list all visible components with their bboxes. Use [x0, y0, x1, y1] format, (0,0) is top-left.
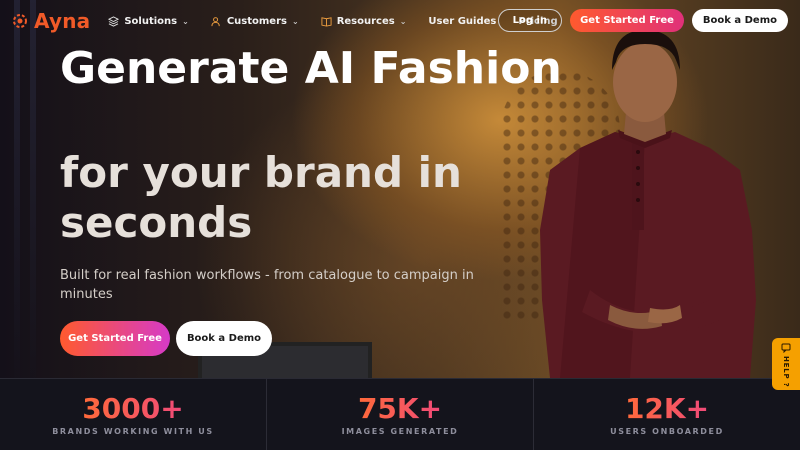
- hero-description: Built for real fashion workflows - from …: [60, 268, 474, 302]
- stat-value: 3000+: [82, 392, 184, 425]
- stat-value: 12K+: [624, 392, 710, 425]
- rotating-text: Refreshed Catalogues: [60, 82, 556, 110]
- layers-icon: [108, 15, 120, 27]
- users-icon: [211, 16, 220, 26]
- ayna-logo-icon: [13, 14, 27, 28]
- stat-label: USERS ONBOARDED: [610, 427, 724, 436]
- chat-icon: [781, 343, 791, 353]
- stat-brands: 3000+ BRANDS WORKING WITH US: [0, 379, 267, 450]
- rotating-headline-incoming: Catalogs at Scale: [60, 118, 620, 152]
- decor-pillar: [30, 0, 36, 378]
- stat-label: BRANDS WORKING WITH US: [52, 427, 214, 436]
- hero-subtitle: for your brand in seconds: [60, 148, 462, 247]
- nav-customers-label: Customers: [226, 15, 287, 27]
- login-button[interactable]: Log in: [497, 9, 563, 32]
- brand-name: Ayna: [34, 9, 91, 33]
- chevron-down-icon: ⌄: [291, 16, 299, 26]
- nav-solutions-label: Solutions: [124, 15, 178, 27]
- book-icon: [321, 16, 332, 27]
- nav-user-guides-label: User Guides: [428, 15, 497, 27]
- chevron-down-icon: ⌄: [399, 16, 407, 26]
- nav-resources-label: Resources: [336, 15, 395, 27]
- stat-label: IMAGES GENERATED: [341, 427, 459, 436]
- help-label: HELP ?: [782, 356, 790, 388]
- nav-solutions[interactable]: Solutions ⌄: [108, 15, 189, 27]
- chevron-down-icon: ⌄: [182, 16, 189, 26]
- top-navigation: Ayna Solutions ⌄ Customers ⌄ Resources ⌄…: [0, 0, 800, 42]
- book-demo-button[interactable]: Book a Demo: [691, 9, 788, 32]
- hero-book-demo-button[interactable]: Book a Demo: [176, 321, 272, 356]
- brand-logo[interactable]: Ayna: [10, 9, 90, 33]
- stat-value: 75K+: [357, 392, 443, 425]
- rotating-headline-outgoing: Refreshed Catalogues: [60, 82, 620, 110]
- stat-images: 75K+ IMAGES GENERATED: [267, 379, 534, 450]
- stat-users: 12K+ USERS ONBOARDED: [534, 379, 800, 450]
- help-tab[interactable]: HELP ?: [772, 338, 800, 390]
- stats-bar: 3000+ BRANDS WORKING WITH US 75K+ IMAGES…: [0, 378, 800, 450]
- nav-user-guides[interactable]: User Guides: [428, 16, 496, 27]
- decor-pillar: [14, 0, 20, 378]
- get-started-button[interactable]: Get Started Free: [570, 9, 684, 32]
- nav-resources[interactable]: Resources ⌄: [321, 15, 407, 27]
- nav-customers[interactable]: Customers ⌄: [211, 16, 299, 27]
- hero-get-started-button[interactable]: Get Started Free: [60, 321, 170, 356]
